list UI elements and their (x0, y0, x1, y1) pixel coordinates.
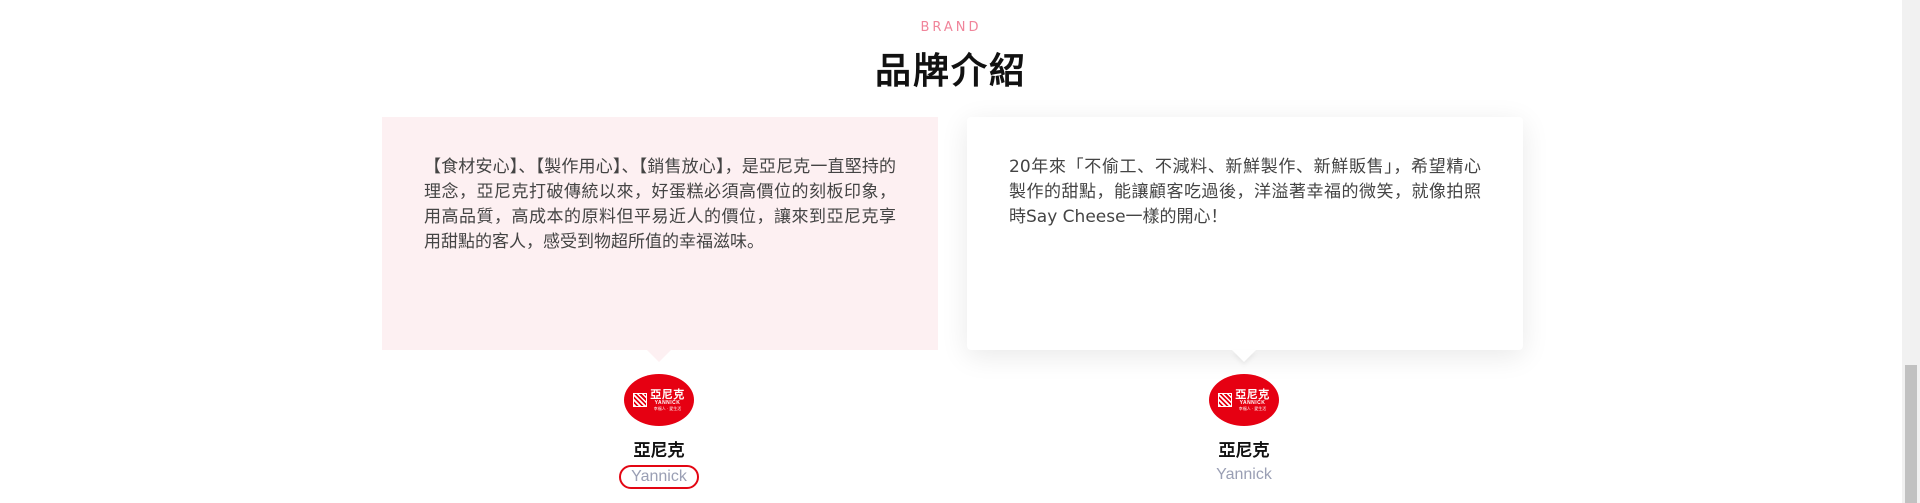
card-text: 20年來「不偷工、不減料、新鮮製作、新鮮販售」，希望精心製作的甜點，能讓顧客吃過… (1009, 157, 1481, 227)
section-title: 品牌介紹 (874, 51, 1027, 92)
author-subtitle-highlighted[interactable]: Yannick (619, 465, 699, 489)
author-block-1: 亞尼克 YANNICK 幸福人 · 愛生活 亞尼克 Yannick (559, 374, 759, 489)
testimonial-card-1: 【食材安心】、【製作用心】、【銷售放心】，是亞尼克一直堅持的理念，亞尼克打破傳統… (382, 117, 938, 350)
yannick-logo-icon: 亞尼克 YANNICK 幸福人 · 愛生活 (1209, 374, 1279, 426)
page-scrollbar[interactable] (1902, 0, 1920, 503)
brand-section: BRAND 品牌介紹 【食材安心】、【製作用心】、【銷售放心】，是亞尼克一直堅持… (0, 0, 1920, 503)
logo-name: 亞尼克 (650, 388, 685, 401)
logo-name: 亞尼克 (1235, 388, 1270, 401)
logo-slogan: 幸福人 · 愛生活 (653, 406, 682, 411)
scrollbar-thumb[interactable] (1905, 365, 1917, 503)
yannick-logo-icon: 亞尼克 YANNICK 幸福人 · 愛生活 (624, 374, 694, 426)
author-subtitle: Yannick (1216, 466, 1272, 483)
card-text: 【食材安心】、【製作用心】、【銷售放心】，是亞尼克一直堅持的理念，亞尼克打破傳統… (424, 157, 896, 252)
logo-slogan: 幸福人 · 愛生活 (1238, 406, 1267, 411)
author-name: 亞尼克 (1218, 441, 1270, 461)
testimonial-card-2: 20年來「不偷工、不減料、新鮮製作、新鮮販售」，希望精心製作的甜點，能讓顧客吃過… (967, 117, 1523, 350)
author-name: 亞尼克 (633, 441, 685, 461)
logo-stripe-mark (1218, 393, 1233, 407)
card-pointer (1232, 350, 1256, 362)
logo-wordmark: 亞尼克 YANNICK 幸福人 · 愛生活 (1235, 389, 1270, 411)
logo-wordmark: 亞尼克 YANNICK 幸福人 · 愛生活 (650, 389, 685, 411)
logo-stripe-mark (633, 393, 648, 407)
section-eyebrow: BRAND (920, 20, 982, 35)
card-pointer (647, 350, 671, 362)
author-block-2: 亞尼克 YANNICK 幸福人 · 愛生活 亞尼克 Yannick (1144, 374, 1344, 485)
